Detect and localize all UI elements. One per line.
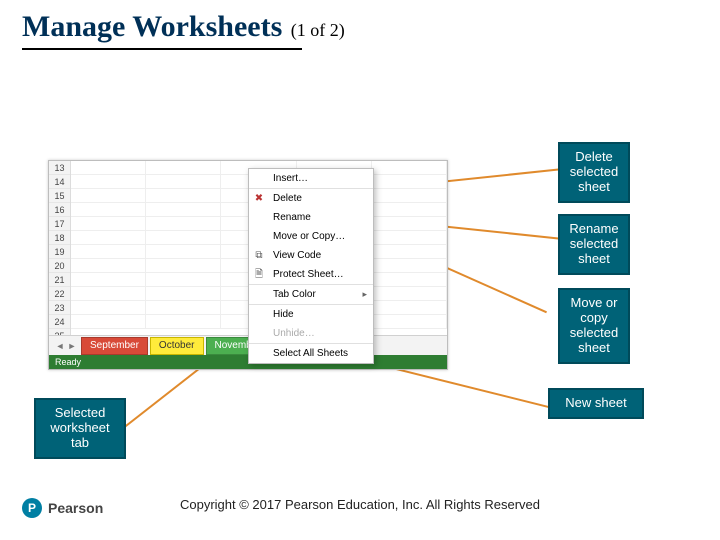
menu-move-or-copy[interactable]: Move or Copy… [249, 227, 373, 246]
menu-delete-label: Delete [273, 193, 302, 204]
nav-right-icon[interactable]: ► [67, 341, 77, 351]
nav-left-icon[interactable]: ◄ [55, 341, 65, 351]
menu-unhide: Unhide… [249, 324, 373, 344]
row-header[interactable]: 17 [49, 217, 70, 231]
row-header[interactable]: 13 [49, 161, 70, 175]
menu-view-code-label: View Code [273, 250, 321, 261]
figure-area: 13 14 15 16 17 18 19 20 21 22 23 24 25 [30, 140, 690, 450]
title-part: (1 of 2) [291, 20, 345, 40]
row-header[interactable]: 22 [49, 287, 70, 301]
row-header[interactable]: 16 [49, 203, 70, 217]
title-underline [22, 48, 302, 50]
row-header[interactable]: 20 [49, 259, 70, 273]
row-header[interactable]: 19 [49, 245, 70, 259]
callout-move-or-copy-selected-sheet: Move or copy selected sheet [558, 288, 630, 364]
protect-icon: 🗎 [253, 269, 265, 281]
row-header[interactable]: 21 [49, 273, 70, 287]
code-icon: ⧉ [253, 250, 265, 262]
menu-protect-sheet[interactable]: 🗎 Protect Sheet… [249, 265, 373, 285]
row-header[interactable]: 24 [49, 315, 70, 329]
status-ready: Ready [55, 357, 81, 367]
tab-september[interactable]: September [81, 337, 148, 355]
row-header[interactable]: 14 [49, 175, 70, 189]
menu-insert[interactable]: Insert… [249, 169, 373, 189]
row-header[interactable]: 18 [49, 231, 70, 245]
tab-october[interactable]: October [150, 337, 204, 355]
copyright-footer: Copyright © 2017 Pearson Education, Inc.… [0, 497, 720, 512]
row-header-gutter: 13 14 15 16 17 18 19 20 21 22 23 24 25 [49, 161, 71, 341]
menu-protect-label: Protect Sheet… [273, 269, 344, 280]
delete-icon: ✖ [253, 193, 265, 205]
menu-tab-color[interactable]: Tab Color [249, 285, 373, 305]
menu-select-all-sheets[interactable]: Select All Sheets [249, 344, 373, 363]
callout-selected-worksheet-tab: Selected worksheet tab [34, 398, 126, 459]
sheet-context-menu: Insert… ✖ Delete Rename Move or Copy… ⧉ … [248, 168, 374, 364]
menu-hide[interactable]: Hide [249, 305, 373, 324]
menu-view-code[interactable]: ⧉ View Code [249, 246, 373, 265]
callout-delete-selected-sheet: Delete selected sheet [558, 142, 630, 203]
callout-rename-selected-sheet: Rename selected sheet [558, 214, 630, 275]
row-header[interactable]: 15 [49, 189, 70, 203]
menu-delete[interactable]: ✖ Delete [249, 189, 373, 208]
callout-new-sheet: New sheet [548, 388, 644, 419]
menu-rename[interactable]: Rename [249, 208, 373, 227]
title-main: Manage Worksheets [22, 10, 282, 43]
slide-title: Manage Worksheets (1 of 2) [22, 10, 345, 44]
row-header[interactable]: 23 [49, 301, 70, 315]
